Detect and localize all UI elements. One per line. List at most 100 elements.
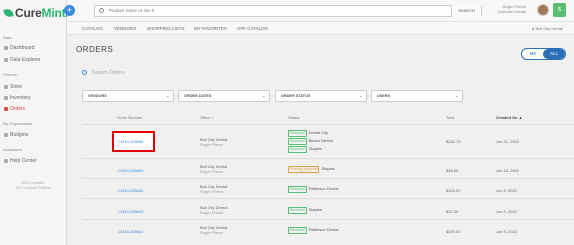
tab-off-catalog[interactable]: OFF CATALOG: [237, 26, 268, 31]
sidebar-item-data-explorer[interactable]: Data Explorer: [4, 57, 41, 63]
order-number-link[interactable]: CM10-205643: [118, 209, 143, 214]
office-user: Roger Pierce: [200, 169, 224, 174]
order-number-link[interactable]: CM10-205642: [118, 229, 143, 234]
total-cell: $48.80: [446, 168, 459, 173]
user-info[interactable]: Roger Pierce Dunham Dental: [498, 4, 526, 14]
filter-order-dates[interactable]: ORDER DATES ⌄: [178, 90, 270, 102]
inventory-icon: [4, 96, 8, 100]
search-button[interactable]: SEARCH: [451, 5, 481, 17]
filter-label: VENDORS: [88, 94, 107, 98]
sidebar-section-procure: Procure: [3, 72, 18, 77]
vendor-name: Patterson Dental: [308, 186, 339, 191]
row-divider: [82, 178, 574, 179]
status-line: Pending Approval Staples: [288, 166, 335, 173]
sidebar-section-assistance: Assistance: [3, 147, 23, 152]
status-line: Received Patterson Dental: [288, 227, 338, 234]
office-cell: Bull City Dental Roger Pierce: [200, 164, 227, 174]
notification-badge[interactable]: 5: [553, 3, 566, 17]
header-divider: [82, 124, 574, 125]
sidebar-item-label: Data Explorer: [10, 57, 41, 63]
sidebar-item-store[interactable]: Store: [4, 84, 22, 90]
date-cell: Jun 9, 2022: [496, 229, 517, 234]
column-header-office[interactable]: Office ↕: [200, 115, 214, 120]
total-cell: $320.00: [446, 188, 461, 193]
add-button[interactable]: +: [64, 5, 75, 16]
vendor-name: Staples: [308, 207, 322, 212]
status-badge: Received: [288, 138, 307, 145]
sidebar-item-label: Orders: [10, 106, 26, 112]
dashboard-icon: [4, 46, 8, 50]
sidebar-section-organization: My Organization: [3, 121, 33, 126]
status-badge: Received: [288, 207, 307, 214]
chevron-down-icon: ⌄: [454, 93, 459, 99]
order-search-input[interactable]: Search Orders: [92, 70, 125, 76]
product-search-bar: Product name or sku # SEARCH: [94, 5, 482, 17]
sidebar: CureMint. Data Dashboard Data Explorer P…: [0, 0, 69, 245]
sidebar-item-orders[interactable]: Orders: [4, 106, 25, 112]
filter-label: ORDER DATES: [184, 94, 212, 98]
sidebar-item-budgets[interactable]: Budgets: [4, 132, 28, 138]
column-header-status[interactable]: Status: [288, 115, 299, 120]
vendor-name: Patterson Dental: [308, 227, 339, 232]
row-divider: [82, 158, 574, 159]
status-line: Received Dental City: [288, 130, 328, 137]
date-cell: Jun 13, 2022: [496, 168, 520, 173]
toggle-all-button[interactable]: ALL: [543, 49, 565, 59]
leaf-icon: [3, 8, 14, 18]
help-icon: [4, 159, 8, 163]
sidebar-item-inventory[interactable]: Inventory: [4, 95, 31, 101]
curemint-logo[interactable]: CureMint.: [3, 6, 69, 20]
filter-order-status[interactable]: ORDER STATUS ⌄: [275, 90, 367, 102]
sidebar-item-dashboard[interactable]: Dashboard: [4, 45, 34, 51]
store-icon: [4, 85, 8, 89]
orders-icon: [4, 107, 8, 111]
chart-icon: [4, 58, 8, 62]
vendor-name: Staples: [308, 146, 322, 151]
search-icon: [82, 70, 87, 76]
status-badge: Received: [288, 227, 307, 234]
sidebar-item-label: Budgets: [10, 132, 29, 138]
status-line: Received Staples: [288, 207, 322, 214]
vendor-name: Benco Dental: [308, 138, 333, 143]
status-badge: Received: [288, 186, 307, 193]
page-title: ORDERS: [76, 45, 114, 54]
column-header-created-on[interactable]: Created On ▲: [496, 115, 523, 120]
footer-line: The Complete Platform: [15, 186, 51, 190]
status-line: Received Benco Dental: [288, 138, 333, 145]
row-divider: [82, 219, 574, 220]
column-header-order-number[interactable]: Order Number: [117, 115, 143, 120]
office-cell: Bull City Dental Roger Pierce: [200, 137, 227, 147]
date-cell: Jun 21, 2022: [496, 139, 520, 144]
filter-users[interactable]: USERS ⌄: [371, 90, 463, 102]
location-label: Bull City Dental: [535, 26, 563, 31]
order-number-link[interactable]: CM10-205656: [118, 139, 143, 144]
chevron-down-icon: ⌄: [358, 93, 363, 99]
location-selector[interactable]: ● Bull City Dental: [532, 26, 563, 31]
filter-label: USERS: [377, 94, 391, 98]
order-number-link[interactable]: CM10-205654: [118, 168, 143, 173]
sidebar-item-label: Dashboard: [10, 45, 35, 51]
column-header-total[interactable]: Total: [446, 115, 454, 120]
office-user: Roger Pierce: [200, 142, 224, 147]
vendor-name: Dental City: [308, 130, 329, 135]
product-search-input[interactable]: Product name or sku #: [109, 8, 154, 13]
tab-shopping-lists[interactable]: SHOPPING LISTS: [147, 26, 185, 31]
office-cell: Bull City Dental Roger Pierce: [200, 205, 227, 215]
toggle-me-button[interactable]: ME: [522, 49, 544, 59]
status-line: Received Patterson Dental: [288, 186, 338, 193]
office-user: Roger Pierce: [200, 189, 224, 194]
sub-nav: [67, 22, 574, 35]
sidebar-item-help-center[interactable]: Help Center: [4, 158, 37, 164]
tab-catalog[interactable]: CATALOG: [82, 26, 103, 31]
tab-my-favorites[interactable]: MY FAVORITES: [194, 26, 227, 31]
filter-vendors[interactable]: VENDORS ⌄: [82, 90, 174, 102]
vendor-name: Staples: [321, 166, 335, 171]
order-search[interactable]: Search Orders: [82, 70, 125, 76]
chevron-down-icon: ⌄: [165, 93, 170, 99]
sidebar-item-label: Help Center: [10, 158, 37, 164]
order-number-link[interactable]: CM10-205644: [118, 188, 143, 193]
tab-vendors[interactable]: VENDORS: [114, 26, 136, 31]
avatar[interactable]: [537, 4, 549, 16]
brand-accent: Mint: [41, 6, 66, 20]
user-org: Dunham Dental: [498, 9, 526, 14]
